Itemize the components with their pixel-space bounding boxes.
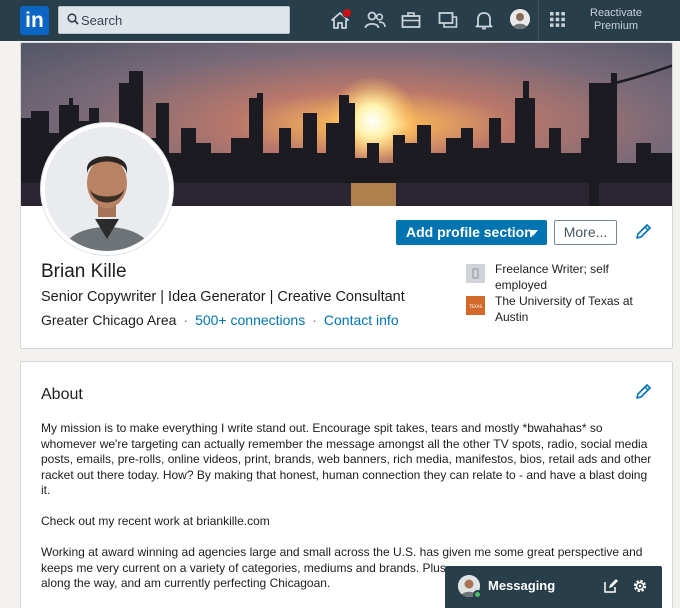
jobs-icon[interactable] — [399, 8, 423, 32]
company-logo-placeholder-icon — [466, 264, 485, 283]
search-box[interactable] — [58, 6, 290, 34]
add-profile-section-button[interactable]: Add profile section — [396, 220, 547, 245]
add-profile-section-label: Add profile section — [406, 224, 533, 240]
current-position-text: Freelance Writer; self employed — [495, 262, 609, 292]
nav-divider — [538, 0, 539, 41]
compose-message-icon[interactable] — [603, 578, 619, 594]
profile-name: Brian Kille — [41, 261, 127, 282]
chevron-down-icon — [528, 230, 538, 236]
university-logo-text: TEXAS — [468, 304, 482, 309]
connections-link[interactable]: 500+ connections — [195, 312, 305, 328]
pencil-edit-icon[interactable] — [634, 223, 652, 241]
separator-dot: · — [183, 312, 189, 328]
profile-card: Add profile section More... Brian Kille … — [20, 42, 673, 349]
about-paragraph-3b: along the way, and am currently perfecti… — [41, 576, 331, 590]
about-heading: About — [41, 386, 83, 403]
more-button[interactable]: More... — [554, 220, 617, 245]
search-icon — [67, 13, 79, 25]
reactivate-premium-link[interactable]: Reactivate Premium — [580, 7, 652, 33]
notifications-icon[interactable] — [472, 8, 496, 32]
linkedin-logo[interactable]: in — [20, 6, 49, 35]
me-avatar[interactable] — [510, 9, 530, 29]
messaging-icon[interactable] — [436, 8, 460, 32]
search-input[interactable] — [81, 9, 281, 31]
location-row: Greater Chicago Area · 500+ connections · Co… — [41, 312, 399, 328]
premium-line1: Reactivate — [590, 7, 642, 19]
premium-line2: Premium — [593, 20, 638, 32]
online-status-dot — [473, 590, 482, 599]
messaging-label: Messaging — [488, 578, 556, 593]
contact-info-link[interactable]: Contact info — [324, 312, 399, 328]
messaging-bar[interactable]: Messaging — [445, 566, 662, 608]
about-paragraph-1: My mission is to make everything I write… — [41, 421, 652, 497]
location-text: Greater Chicago Area — [41, 312, 177, 328]
university-logo-icon: TEXAS — [466, 296, 485, 315]
notification-badge — [342, 8, 352, 18]
work-grid-icon[interactable] — [550, 12, 565, 27]
my-network-icon[interactable] — [363, 8, 387, 32]
top-nav: in Search Reactivate Premium — [0, 0, 680, 41]
profile-photo[interactable] — [41, 123, 173, 255]
education-text: The University of Texas at Austin — [495, 294, 633, 324]
pencil-edit-icon[interactable] — [634, 383, 652, 401]
separator-dot: · — [312, 312, 317, 328]
profile-headline: Senior Copywriter | Idea Generator | Cre… — [41, 289, 405, 305]
about-paragraph-2: Check out my recent work at briankille.c… — [41, 514, 270, 528]
gear-icon[interactable] — [632, 578, 648, 594]
